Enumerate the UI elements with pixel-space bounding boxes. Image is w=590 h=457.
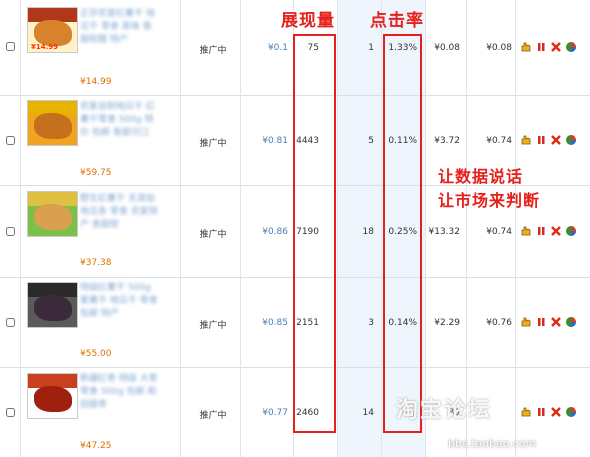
spend-value: ¥2.29 [434, 318, 460, 328]
column-divider [240, 0, 241, 457]
edit-hand-icon[interactable] [520, 406, 532, 418]
status-text: 推广中 [199, 321, 227, 331]
spend-value: ¥13.32 [428, 227, 461, 237]
watermark-url: bbs.taobao.com [448, 437, 537, 450]
delete-icon[interactable] [550, 134, 562, 146]
product-title[interactable]: 农家自制地瓜干 红薯干零食 500g 特价 包邮 香甜可口 [80, 101, 160, 140]
row-actions [520, 134, 577, 146]
avg-cpc-value: ¥0.76 [486, 318, 512, 328]
product-title[interactable]: 正宗农家红薯干 地瓜干 零食 原味 香甜软糯 特产 [80, 8, 160, 47]
clicks-value: 1 [368, 43, 374, 53]
pause-icon[interactable] [535, 41, 547, 53]
pause-icon[interactable] [535, 225, 547, 237]
column-divider [425, 0, 426, 457]
row-checkbox[interactable] [6, 408, 15, 417]
row-checkbox[interactable] [6, 136, 15, 145]
column-divider [20, 0, 21, 457]
clicks-value: 5 [368, 136, 374, 146]
column-divider [515, 0, 516, 457]
status-text: 推广中 [199, 411, 227, 421]
ctr-highlight-box [383, 34, 422, 433]
spend-value: ¥3.72 [434, 136, 460, 146]
delete-icon[interactable] [550, 225, 562, 237]
product-title[interactable]: 新疆红枣 特级 大枣 零食 500g 包邮 和田骏枣 [80, 373, 160, 412]
bid-price-link[interactable]: ¥0.77 [240, 408, 288, 418]
pause-icon[interactable] [535, 316, 547, 328]
status-text: 推广中 [199, 46, 227, 56]
avg-cpc-value: ¥0.08 [486, 43, 512, 53]
row-actions [520, 225, 577, 237]
report-icon[interactable] [565, 316, 577, 328]
column-divider [466, 0, 467, 457]
row-actions [520, 316, 577, 328]
row-checkbox[interactable] [6, 227, 15, 236]
product-price: ¥47.25 [80, 441, 112, 451]
product-thumbnail[interactable] [27, 100, 78, 146]
impressions-annotation: 展现量 [281, 11, 335, 31]
slogan-line-2: 让市场来判断 [438, 191, 541, 210]
avg-cpc-value: ¥0.74 [486, 227, 512, 237]
status-text: 推广中 [199, 230, 227, 240]
delete-icon[interactable] [550, 41, 562, 53]
row-checkbox[interactable] [6, 318, 15, 327]
product-price: ¥59.75 [80, 168, 112, 178]
product-price: ¥37.38 [80, 258, 112, 268]
product-title[interactable]: 野生红薯干 无添加 地瓜条 零食 农家特产 香甜软 [80, 193, 160, 232]
bid-price-link[interactable]: ¥0.86 [240, 227, 288, 237]
bid-price-link[interactable]: ¥0.85 [240, 318, 288, 328]
delete-icon[interactable] [550, 406, 562, 418]
report-icon[interactable] [565, 406, 577, 418]
watermark-logo: 淘宝论坛 [396, 398, 493, 423]
product-thumbnail[interactable] [27, 191, 78, 237]
pause-icon[interactable] [535, 134, 547, 146]
row-actions [520, 406, 577, 418]
delete-icon[interactable] [550, 316, 562, 328]
pause-icon[interactable] [535, 406, 547, 418]
product-thumbnail[interactable] [27, 373, 78, 419]
column-divider [180, 0, 181, 457]
clicks-value: 3 [368, 318, 374, 328]
report-icon[interactable] [565, 225, 577, 237]
spend-value: ¥0.08 [434, 43, 460, 53]
edit-hand-icon[interactable] [520, 134, 532, 146]
edit-hand-icon[interactable] [520, 225, 532, 237]
product-thumbnail[interactable] [27, 282, 78, 328]
ctr-annotation: 点击率 [370, 11, 424, 31]
clicks-value: 18 [362, 227, 374, 237]
row-actions [520, 41, 577, 53]
product-thumbnail[interactable]: ¥14.99 [27, 7, 78, 53]
product-title[interactable]: 特级红薯干 500g 紫薯干 地瓜干 零食 包邮 特产 [80, 282, 160, 321]
bid-price-link[interactable]: ¥0.1 [240, 43, 288, 53]
thumbnail-price-tag: ¥14.99 [31, 43, 59, 51]
report-icon[interactable] [565, 41, 577, 53]
column-divider [337, 0, 338, 457]
bid-price-link[interactable]: ¥0.81 [240, 136, 288, 146]
row-checkbox[interactable] [6, 42, 15, 51]
slogan-line-1: 让数据说话 [438, 167, 524, 186]
avg-cpc-value: ¥0.74 [486, 136, 512, 146]
impressions-highlight-box [293, 34, 336, 433]
product-price: ¥55.00 [80, 349, 112, 359]
edit-hand-icon[interactable] [520, 316, 532, 328]
report-icon[interactable] [565, 134, 577, 146]
edit-hand-icon[interactable] [520, 41, 532, 53]
clicks-value: 14 [362, 408, 374, 418]
product-price: ¥14.99 [80, 77, 112, 87]
column-divider [381, 0, 382, 457]
status-text: 推广中 [199, 139, 227, 149]
